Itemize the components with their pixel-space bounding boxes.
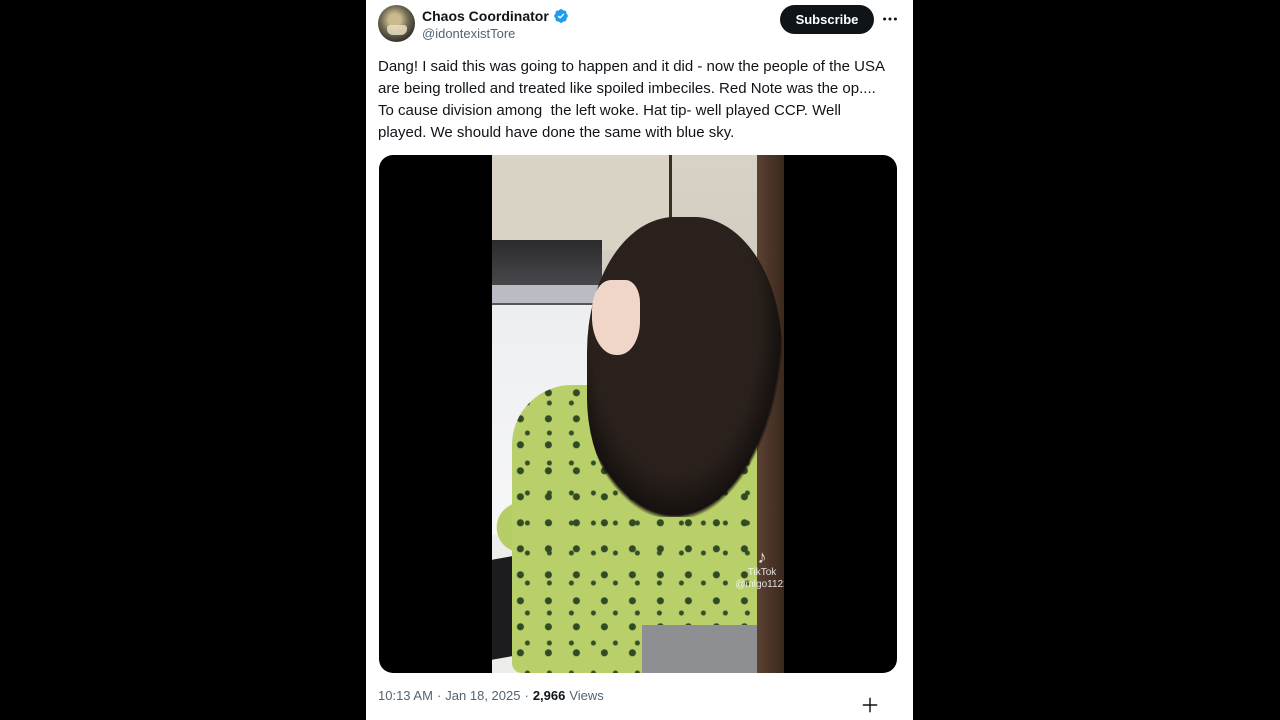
plus-icon[interactable]: [860, 695, 880, 715]
person-pants: [642, 625, 757, 673]
tweet-time[interactable]: 10:13 AM: [378, 688, 433, 703]
tweet-date[interactable]: Jan 18, 2025: [445, 688, 520, 703]
author-handle[interactable]: @idontexistTore: [422, 26, 515, 42]
tweet-header: Chaos Coordinator @idontexistTore Subscr…: [378, 5, 901, 45]
verified-badge-icon: [553, 8, 569, 24]
person-face: [592, 280, 640, 355]
meta-separator: ·: [436, 688, 442, 703]
views-label: Views: [569, 688, 604, 703]
more-horizontal-icon[interactable]: [880, 9, 900, 29]
tiktok-watermark: ♪ TikTok @mlgo1122: [732, 547, 784, 591]
video-frame: ♪ TikTok @mlgo1122: [492, 155, 784, 673]
subscribe-button[interactable]: Subscribe: [780, 5, 874, 34]
meta-separator: ·: [524, 688, 529, 703]
tweet-card: Chaos Coordinator @idontexistTore Subscr…: [366, 0, 913, 720]
author-display-name[interactable]: Chaos Coordinator: [422, 7, 549, 25]
tweet-meta: 10:13 AM · Jan 18, 2025 · 2,966 Views: [378, 688, 604, 703]
person-hair: [587, 217, 782, 517]
tweet-text: Dang! I said this was going to happen an…: [378, 58, 889, 141]
author-name-row[interactable]: Chaos Coordinator: [422, 7, 569, 25]
range-hood-lip: [492, 285, 602, 303]
tiktok-watermark-brand: TikTok: [747, 567, 777, 578]
tiktok-watermark-handle: @mlgo1122: [735, 579, 784, 590]
tweet-video[interactable]: ♪ TikTok @mlgo1122: [379, 155, 897, 673]
views-count: 2,966: [532, 688, 566, 703]
tiktok-logo-icon: ♪: [757, 547, 767, 567]
avatar[interactable]: [378, 5, 415, 42]
